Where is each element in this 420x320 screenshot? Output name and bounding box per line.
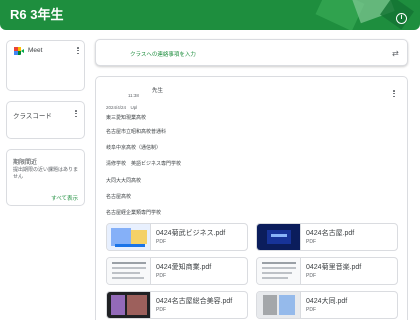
repost-icon[interactable]: ⇄ [392,49,399,58]
post-time: 11:38 [128,93,139,98]
upcoming-card: 期限間近 提出期限の近い課題はありません すべて表示 [6,149,85,206]
class-code-card: クラスコード [6,101,85,139]
class-banner: R6 3年生 i [0,0,420,30]
attachment-name: 0424菊里音楽.pdf [306,264,362,271]
pdf-thumbnail [257,292,301,318]
attachment-type: PDF [306,239,316,245]
attachment-type: PDF [156,273,166,279]
attachment[interactable]: 0424菊里音楽.pdf PDF [256,257,398,285]
post-line: 大同大大同高校 [106,178,142,184]
post-line: 名古屋高校 [106,194,132,200]
class-title: R6 3年生 [10,7,64,22]
post-date: 2024/4/24 Upl [106,105,138,110]
attachment-name: 0424名古屋総合美容.pdf [156,298,233,305]
meet-label: Meet [28,47,43,54]
class-code-label: クラスコード [13,113,52,120]
more-vert-icon[interactable] [392,90,396,100]
meet-card[interactable]: Meet [6,40,85,91]
attachment-name: 0424大同.pdf [306,298,348,305]
post-line: 清修学校 英語ビジネス専門学校 [106,161,182,167]
more-vert-icon[interactable] [76,47,80,57]
announcement-prompt[interactable]: クラスへの連絡事項を入力 [130,50,196,58]
google-meet-icon [14,47,24,55]
announcement-composer[interactable]: クラスへの連絡事項を入力 ⇄ [95,39,408,66]
pdf-thumbnail [257,258,301,284]
upcoming-title: 期限間近 [13,160,38,166]
attachment[interactable]: 0424菊武ビジネス.pdf PDF [106,223,248,251]
post-author: 先生 [152,88,164,94]
attachment-type: PDF [156,239,166,245]
attachment-type: PDF [306,273,316,279]
post-line: 東三愛知現業高校 [106,115,147,121]
attachment-name: 0424愛知商業.pdf [156,264,212,271]
upcoming-text: 提出期限の近い課題はありません [13,167,79,180]
attachment-name: 0424名古屋.pdf [306,230,355,237]
pdf-thumbnail [107,224,151,250]
stream-post: 先生 11:38 2024/4/24 Upl 東三愛知現業高校 名古屋市立昭和高… [95,76,408,320]
attachment-name: 0424菊武ビジネス.pdf [156,230,226,237]
post-line: 岐阜中京高校（通信制） [106,145,162,151]
attachment[interactable]: 0424愛知商業.pdf PDF [106,257,248,285]
pdf-thumbnail [107,258,151,284]
post-line: 名古屋市立昭和高校普通科 [106,129,167,135]
more-vert-icon[interactable] [74,110,78,120]
attachment[interactable]: 0424名古屋総合美容.pdf PDF [106,291,248,319]
attachment-type: PDF [156,307,166,313]
post-line: 名古屋経企業類専門学校 [106,210,162,216]
attachment[interactable]: 0424名古屋.pdf PDF [256,223,398,251]
pdf-thumbnail [257,224,301,250]
attachment[interactable]: 0424大同.pdf PDF [256,291,398,319]
attachment-type: PDF [306,307,316,313]
pdf-thumbnail [107,292,151,318]
view-all-link[interactable]: すべて表示 [51,194,78,202]
info-icon[interactable]: i [396,13,407,24]
